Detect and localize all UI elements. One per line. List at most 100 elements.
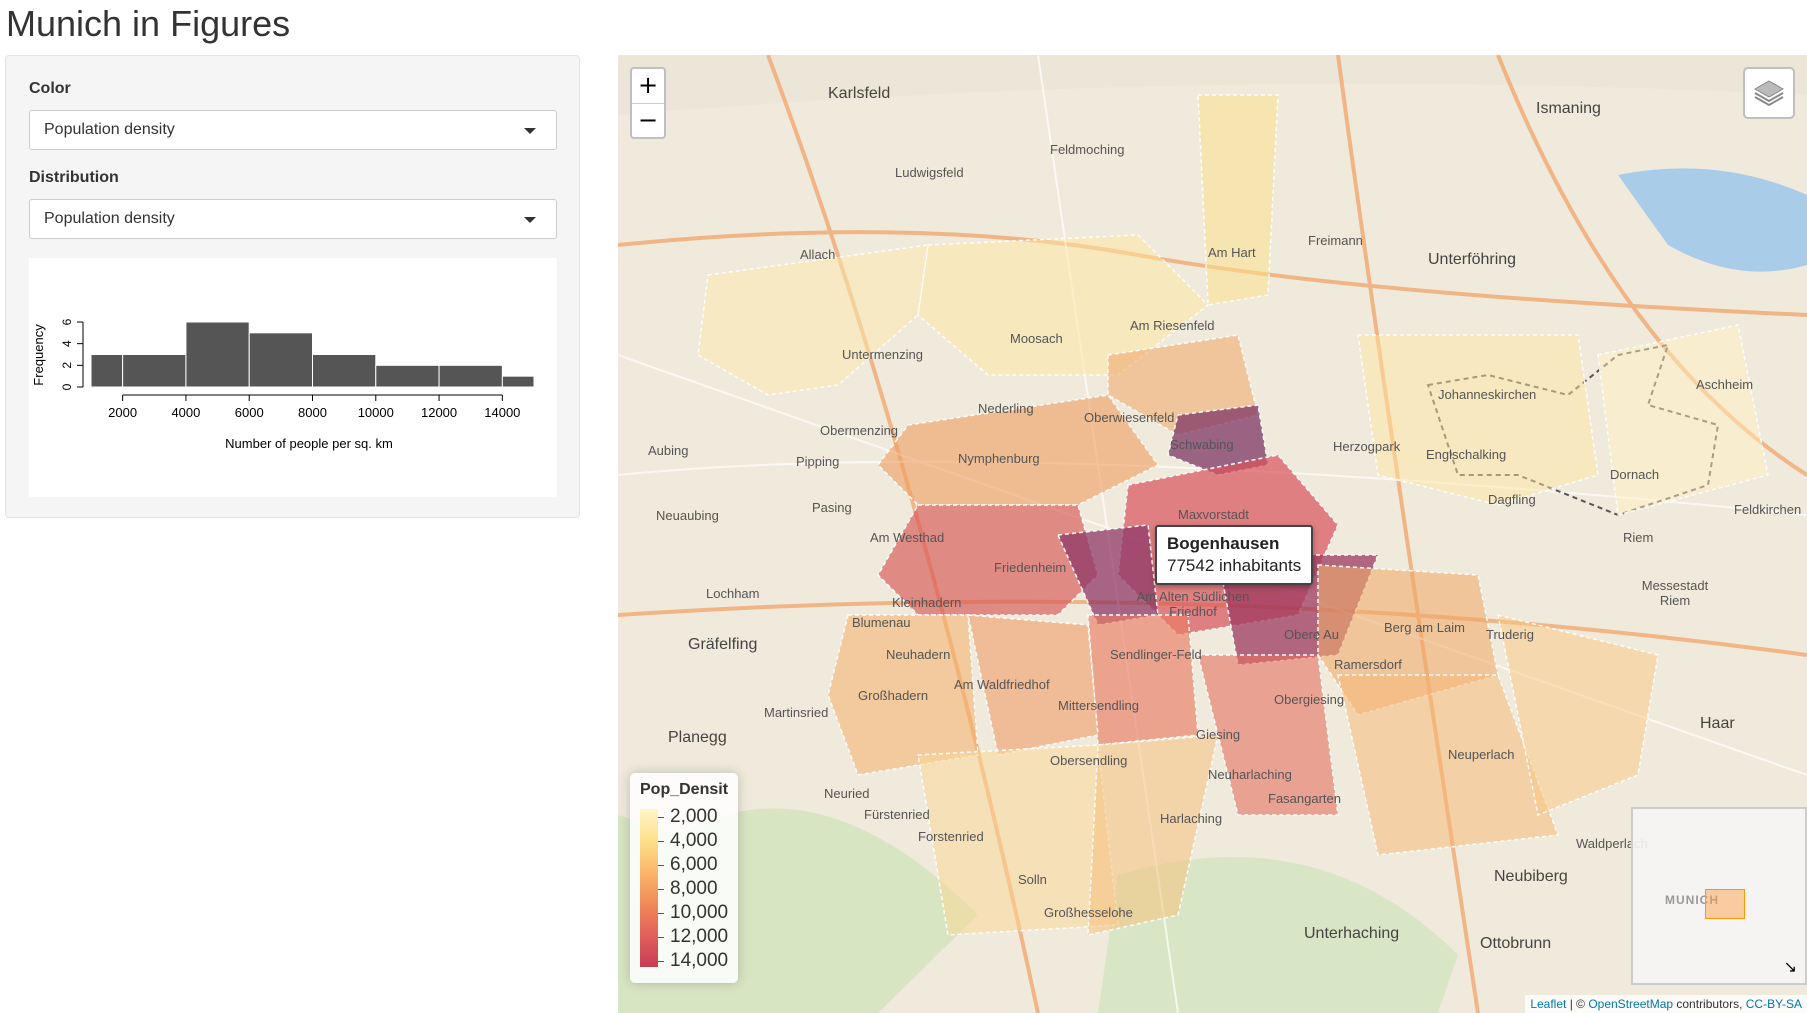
leaflet-link[interactable]: Leaflet	[1530, 997, 1566, 1011]
minimap[interactable]: MUNICH ↘	[1631, 807, 1807, 985]
map-label-kleinhadern: Kleinhadern	[892, 595, 962, 610]
attribution-sep: | ©	[1566, 997, 1589, 1011]
map-label-herzogpark: Herzogpark	[1333, 439, 1401, 454]
map-label-obergiesing: Obergiesing	[1274, 692, 1345, 707]
attribution-contributors: contributors,	[1673, 997, 1746, 1011]
chevron-down-icon	[524, 128, 536, 134]
legend-tick	[658, 841, 664, 842]
map-label-ramersdorf: Ramersdorf	[1334, 657, 1402, 672]
legend-title: Pop_Densit	[640, 781, 729, 798]
map-attribution: Leaflet | © OpenStreetMap contributors, …	[1525, 995, 1807, 1013]
x-tick-label: 2000	[108, 405, 137, 420]
map-label-truderig: Truderig	[1486, 627, 1534, 642]
osm-link[interactable]: OpenStreetMap	[1588, 997, 1673, 1011]
map-label-nederling: Nederling	[978, 401, 1034, 416]
map-label-dagfling: Dagfling	[1488, 492, 1536, 507]
map-label-amwesthad: Am Westhad	[870, 530, 945, 545]
map-label-haar: Haar	[1700, 715, 1735, 732]
histogram-bar	[185, 321, 250, 388]
map-label-neuried: Neuried	[824, 786, 870, 801]
map-label-messestadt: Messestadt Riem	[1641, 578, 1709, 608]
legend-tick	[658, 817, 664, 818]
map-label-allach: Allach	[800, 247, 836, 262]
control-panel: Color Population density Distribution Po…	[5, 55, 580, 518]
map-label-giesing: Giesing	[1196, 727, 1241, 742]
map-label-riem: Riem	[1623, 530, 1654, 545]
layers-icon	[1753, 80, 1785, 107]
map-label-amwaldfriedhof: Am Waldfriedhof	[954, 677, 1050, 692]
minimap-toggle-icon[interactable]: ↘	[1784, 957, 1797, 977]
y-tick-label: 0	[60, 383, 74, 390]
map-label-grafelfing: Gräfelfing	[688, 636, 758, 653]
map-label-bergamlaim: Berg am Laim	[1384, 620, 1465, 635]
map-label-fuerstenried: Fürstenried	[864, 807, 930, 822]
map-label-planegg: Planegg	[668, 729, 727, 746]
zoom-control: + −	[630, 67, 666, 139]
tooltip-title: Bogenhausen	[1167, 534, 1280, 553]
map-label-obermenzing: Obermenzing	[820, 423, 899, 438]
map-label-aubing: Aubing	[648, 443, 689, 458]
distribution-select-value: Population density	[44, 210, 175, 227]
legend-tick	[658, 889, 664, 890]
map-label-maxvorstadt: Maxvorstadt	[1178, 507, 1249, 522]
map-label-oberwiesenfeld: Oberwiesenfeld	[1084, 410, 1175, 425]
map-label-friedenheim: Friedenheim	[994, 560, 1067, 575]
histogram-bar	[375, 364, 440, 388]
map-label-unterhaching: Unterhaching	[1304, 925, 1400, 942]
page-title: Munich in Figures	[6, 3, 291, 44]
map-label-karlsfeld: Karlsfeld	[828, 85, 891, 102]
x-tick-label: 10000	[358, 405, 394, 420]
map-label-sendling: Sendlinger-Feld	[1110, 647, 1202, 662]
color-select[interactable]: Population density	[29, 110, 557, 150]
map-label-neuperlach: Neuperlach	[1448, 747, 1515, 762]
legend-label: 6,000	[670, 854, 718, 875]
map-label-forstenried: Forstenried	[918, 829, 984, 844]
map-label-martinsried: Martinsried	[764, 705, 829, 720]
map-label-neuharlaching: Neuharlaching	[1208, 767, 1292, 782]
zoom-in-button[interactable]: +	[632, 69, 664, 104]
distribution-label: Distribution	[29, 169, 119, 186]
tooltip-detail: 77542 inhabitants	[1167, 556, 1302, 575]
map-label-obersendling: Obersendling	[1050, 753, 1128, 768]
map-label-pasing: Pasing	[812, 500, 852, 515]
histogram-bar	[312, 354, 377, 388]
legend-label: 8,000	[670, 878, 718, 899]
zoom-out-button[interactable]: −	[632, 104, 664, 138]
district-tooltip: Bogenhausen 77542 inhabitants	[1155, 525, 1314, 585]
map-label-freimann: Freimann	[1308, 233, 1363, 248]
map-label-amaltensuedlichen: Am Alten Südlichen Friedhof	[1136, 589, 1250, 619]
map-label-amhart: Am Hart	[1208, 245, 1256, 260]
legend-tick	[658, 865, 664, 866]
map-label-neuaubing: Neuaubing	[656, 508, 719, 523]
x-tick-label: 6000	[235, 405, 264, 420]
map-label-neuhadern: Neuhadern	[886, 647, 951, 662]
distribution-select[interactable]: Population density	[29, 199, 557, 239]
map-label-ludwigsfeld: Ludwigsfeld	[895, 165, 964, 180]
chevron-down-icon	[524, 217, 536, 223]
map-label-schwabing: Schwabing	[1170, 437, 1234, 452]
color-select-value: Population density	[44, 121, 175, 138]
histogram-bar	[90, 354, 124, 388]
x-tick-label: 8000	[298, 405, 327, 420]
legend-label: 2,000	[670, 806, 718, 827]
license-link[interactable]: CC-BY-SA	[1746, 997, 1802, 1011]
map-label-mittersendling: Mittersendling	[1058, 698, 1139, 713]
layers-button[interactable]	[1743, 67, 1795, 119]
map-label-amriesenfeld: Am Riesenfeld	[1130, 318, 1215, 333]
y-axis-title: Frequency	[31, 324, 46, 386]
histogram-svg: 2000 4000 6000 8000 10000 12000 14000 0 2 4 6 Numbe…	[31, 318, 535, 451]
legend-label: 12,000	[670, 926, 729, 947]
legend-label: 14,000	[670, 950, 729, 971]
legend-label: 4,000	[670, 830, 718, 851]
legend-label: 10,000	[670, 902, 729, 923]
map-label-nymphenburg: Nymphenburg	[958, 451, 1040, 466]
y-tick-label: 2	[60, 362, 74, 369]
map-legend: Pop_Densit 2,000 4,000 6,000 8,000 10,00…	[630, 773, 738, 983]
map-label-harlaching: Harlaching	[1160, 811, 1223, 826]
x-tick-label: 4000	[171, 405, 200, 420]
map-label-untermenzing: Untermenzing	[842, 347, 923, 362]
legend-tick	[658, 961, 664, 962]
map[interactable]: Karlsfeld Ismaning Feldmoching Ludwigsfe…	[618, 55, 1807, 1013]
map-label-unterfoehring: Unterföhring	[1428, 251, 1517, 268]
minimap-viewport[interactable]	[1705, 889, 1745, 919]
